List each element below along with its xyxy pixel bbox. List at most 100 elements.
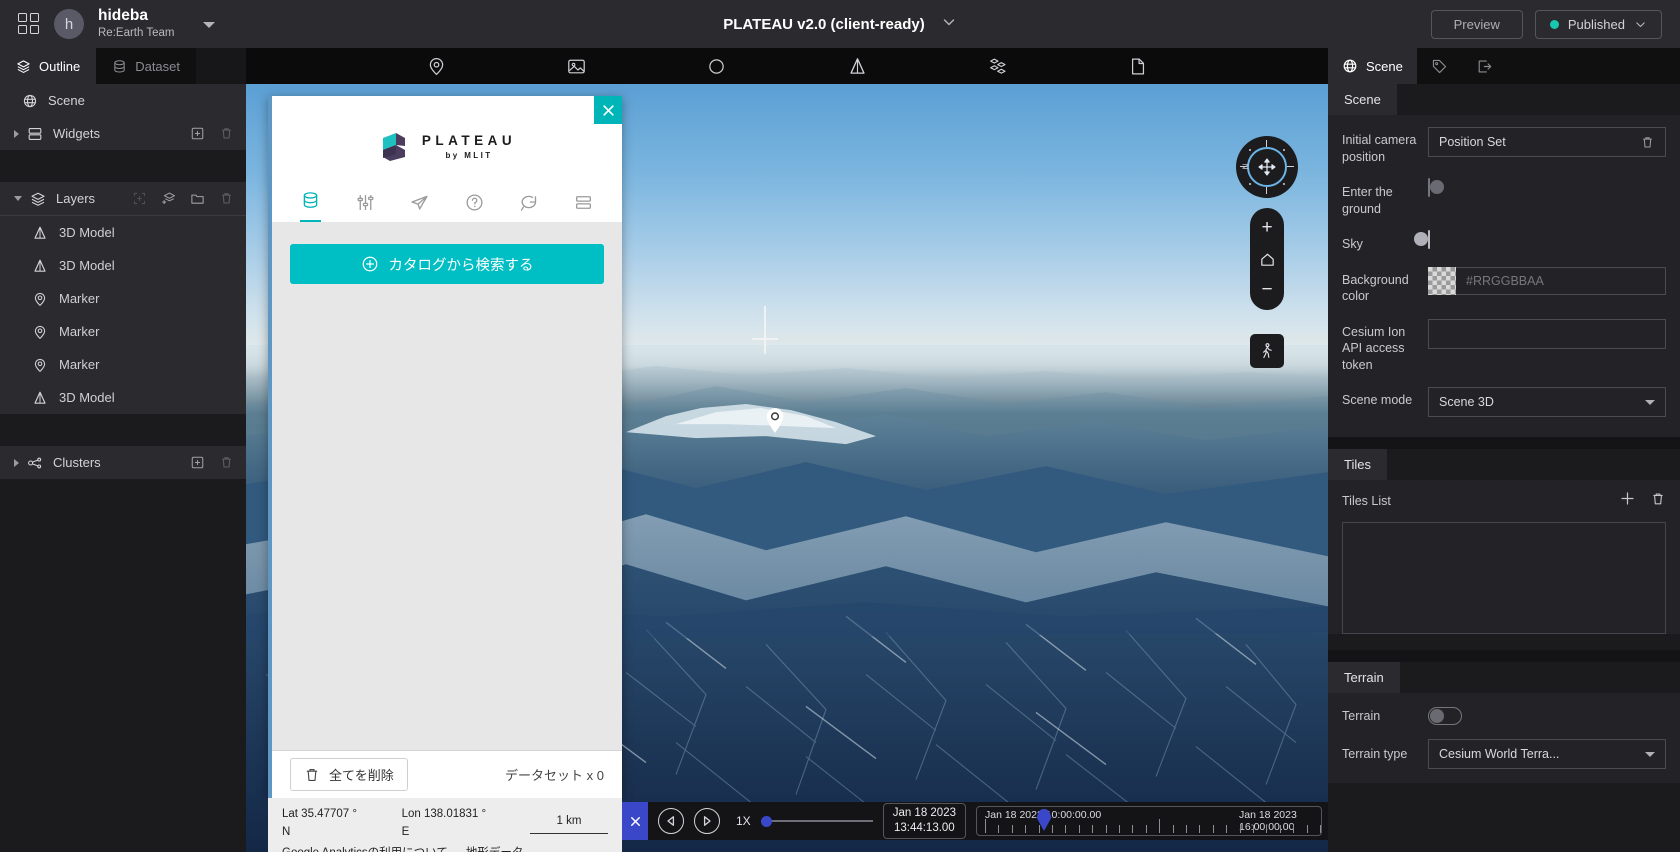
sidebar-item-clusters-label: Clusters bbox=[53, 455, 101, 470]
send-icon bbox=[411, 195, 428, 210]
scene-mode-control: Scene 3D bbox=[1428, 387, 1666, 417]
layer-list-item[interactable]: 3D Model bbox=[0, 381, 246, 414]
widgets-expand-triangle-icon[interactable] bbox=[14, 129, 19, 138]
layer-list-item[interactable]: 3D Model bbox=[0, 249, 246, 282]
publish-icon bbox=[1478, 59, 1492, 73]
tab-scene[interactable]: Scene bbox=[1328, 48, 1417, 84]
plugin-tab-catalog[interactable] bbox=[300, 190, 321, 222]
scale-label: 1 km bbox=[556, 815, 582, 828]
sidebar-item-scene[interactable]: Scene bbox=[0, 84, 246, 117]
new-folder-icon[interactable] bbox=[190, 191, 205, 206]
field-terrain-type: Terrain type Cesium World Terra... bbox=[1328, 739, 1680, 783]
clear-camera-position-icon[interactable] bbox=[1640, 135, 1655, 150]
delete-cluster-icon[interactable] bbox=[219, 455, 234, 470]
tab-dataset[interactable]: Dataset bbox=[96, 48, 197, 84]
terrain-data-link[interactable]: 地形データ bbox=[466, 845, 524, 852]
photo-icon[interactable] bbox=[566, 56, 587, 77]
sphere-icon[interactable] bbox=[706, 56, 727, 77]
preview-button[interactable]: Preview bbox=[1430, 9, 1523, 39]
add-widget-icon[interactable] bbox=[190, 126, 205, 141]
scene-mode-select[interactable]: Scene 3D bbox=[1428, 387, 1666, 417]
home-button[interactable] bbox=[1250, 246, 1284, 272]
delete-tile-icon[interactable] bbox=[1650, 491, 1666, 512]
catalog-search-button[interactable]: カタログから検索する bbox=[290, 244, 604, 284]
speed-slider-knob[interactable] bbox=[760, 815, 772, 827]
cesium-token-input[interactable] bbox=[1428, 318, 1666, 349]
plugin-tab-feedback[interactable] bbox=[518, 192, 539, 222]
sidebar-item-clusters[interactable]: Clusters bbox=[0, 446, 246, 479]
cesium-token-control bbox=[1428, 318, 1666, 349]
sidebar-item-layers[interactable]: Layers bbox=[0, 182, 246, 215]
coordinates-row: Lat 35.47707 ° N Lon 138.01831 ° E 1 km bbox=[282, 806, 608, 842]
project-chevron-down-icon[interactable] bbox=[941, 14, 957, 35]
compass-inner-ring[interactable] bbox=[1247, 147, 1287, 187]
tiles-list-box[interactable] bbox=[1342, 522, 1666, 634]
clusters-expand-triangle-icon[interactable] bbox=[14, 458, 19, 467]
longitude-value: Lon 138.01831 ° E bbox=[401, 808, 487, 838]
timeline-tick bbox=[1306, 825, 1308, 833]
enter-the-ground-control bbox=[1428, 178, 1666, 197]
workspace-chevron-down-icon[interactable] bbox=[202, 22, 215, 28]
tileset-icon[interactable] bbox=[987, 56, 1008, 77]
timeline-speed-slider[interactable] bbox=[760, 814, 873, 828]
layer-list-item[interactable]: Marker bbox=[0, 348, 246, 381]
timeline-tick bbox=[1279, 825, 1281, 833]
zoom-out-button[interactable]: − bbox=[1250, 277, 1284, 303]
team-name: Re:Earth Team bbox=[98, 27, 175, 40]
list-icon bbox=[575, 196, 591, 209]
delete-widget-icon[interactable] bbox=[219, 126, 234, 141]
zoom-in-button[interactable]: + bbox=[1250, 215, 1284, 241]
app-root: h hideba Re:Earth Team PLATEAU v2.0 (cli… bbox=[0, 0, 1680, 852]
navigation-compass[interactable]: N bbox=[1236, 136, 1298, 198]
timeline-scale[interactable]: Jan 18 2023 10:00:00.00 Jan 18 2023 16:0… bbox=[976, 806, 1322, 836]
plugin-tab-help[interactable] bbox=[464, 192, 485, 222]
timeline-tick bbox=[1212, 825, 1214, 833]
plugin-tab-list[interactable] bbox=[573, 192, 594, 222]
add-tile-icon[interactable] bbox=[1619, 490, 1636, 512]
avatar[interactable]: h bbox=[54, 9, 84, 39]
add-marker-layer-icon[interactable] bbox=[132, 191, 147, 206]
google-analytics-link[interactable]: Google Analyticsの利用について bbox=[282, 845, 448, 852]
plugin-tab-settings[interactable] bbox=[355, 192, 376, 222]
marker-icon[interactable] bbox=[426, 56, 447, 77]
timeline-play-button[interactable] bbox=[694, 808, 720, 834]
file-icon[interactable] bbox=[1127, 56, 1148, 77]
layer-list-item[interactable]: 3D Model bbox=[0, 216, 246, 249]
background-color-input[interactable]: #RRGGBBAA bbox=[1456, 266, 1666, 295]
delete-all-button[interactable]: 全てを削除 bbox=[290, 758, 408, 791]
enter-the-ground-toggle[interactable] bbox=[1428, 178, 1430, 197]
latitude-value: Lat 35.47707 ° N bbox=[282, 808, 357, 838]
layer-list-item-label: 3D Model bbox=[59, 258, 115, 273]
add-cluster-icon[interactable] bbox=[190, 455, 205, 470]
sky-toggle[interactable] bbox=[1428, 230, 1430, 249]
terrain-toggle[interactable] bbox=[1428, 707, 1462, 725]
add-layer-group-icon[interactable] bbox=[161, 191, 176, 206]
3d-model-icon[interactable] bbox=[847, 56, 868, 77]
delete-layer-icon[interactable] bbox=[219, 191, 234, 206]
timeline-prev-button[interactable] bbox=[658, 808, 684, 834]
publish-status-button[interactable]: Published bbox=[1534, 9, 1662, 39]
tab-publish[interactable] bbox=[1462, 48, 1507, 84]
sidebar-item-widgets[interactable]: Widgets bbox=[0, 117, 246, 150]
initial-camera-position-value-box[interactable]: Position Set bbox=[1428, 127, 1666, 157]
widgets-icon bbox=[28, 127, 42, 140]
timeline-current-clock[interactable]: Jan 18 2023 13:44:13.00 bbox=[882, 803, 966, 839]
dashboard-grid-icon[interactable] bbox=[18, 13, 40, 35]
layer-list-item[interactable]: Marker bbox=[0, 282, 246, 315]
marker-icon bbox=[32, 357, 48, 373]
timeline-close-icon[interactable] bbox=[622, 802, 648, 840]
terrain-type-select[interactable]: Cesium World Terra... bbox=[1428, 739, 1666, 769]
map-marker-pin[interactable] bbox=[764, 406, 786, 434]
close-icon[interactable] bbox=[594, 96, 622, 124]
layers-collapse-triangle-icon[interactable] bbox=[14, 196, 22, 201]
timeline-tick bbox=[1119, 825, 1120, 833]
catalog-search-label: カタログから検索する bbox=[388, 257, 534, 274]
walk-mode-button[interactable] bbox=[1250, 334, 1284, 368]
plugin-tab-share[interactable] bbox=[409, 192, 430, 222]
layer-list-item[interactable]: Marker bbox=[0, 315, 246, 348]
background-color-swatch[interactable] bbox=[1428, 266, 1456, 295]
tab-outline[interactable]: Outline bbox=[0, 48, 97, 84]
section-gap-1 bbox=[1328, 437, 1680, 449]
help-icon bbox=[466, 194, 483, 211]
tab-tags[interactable] bbox=[1417, 48, 1462, 84]
